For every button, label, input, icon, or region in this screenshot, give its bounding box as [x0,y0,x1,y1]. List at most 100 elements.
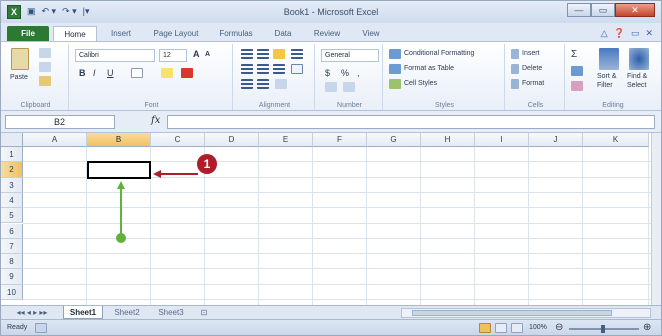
sort-filter-icon[interactable] [599,48,619,70]
cut-icon[interactable] [39,48,51,58]
horizontal-scrollbar[interactable] [401,308,651,318]
column-header-f[interactable]: F [313,133,367,147]
sort-filter-label-2[interactable]: Filter [597,82,613,89]
close-button[interactable]: ✕ [615,3,655,17]
row-header-6[interactable]: 6 [1,223,23,239]
number-format-box[interactable]: General [321,49,379,62]
help-icon[interactable]: ❓ [614,28,625,39]
cell-styles-icon[interactable] [389,79,401,89]
insert-button[interactable]: Insert [522,50,540,57]
horizontal-scroll-thumb[interactable] [412,310,612,316]
tab-formulas[interactable]: Formulas [211,26,261,41]
format-as-table-button[interactable]: Format as Table [404,65,454,72]
decrease-decimal-icon[interactable] [343,82,355,92]
insert-cells-icon[interactable] [511,49,519,59]
font-size-box[interactable]: 12 [159,49,187,62]
cell-styles-button[interactable]: Cell Styles [404,80,437,87]
zoom-out-icon[interactable]: ⊖ [555,322,563,333]
column-header-i[interactable]: I [475,133,529,147]
align-left-icon[interactable] [241,64,253,74]
format-painter-icon[interactable] [39,76,51,86]
name-box[interactable]: B2 [5,115,115,129]
column-header-c[interactable]: C [151,133,205,147]
delete-cells-icon[interactable] [511,64,519,74]
column-header-j[interactable]: J [529,133,583,147]
paste-label[interactable]: Paste [10,74,28,81]
fill-icon[interactable] [571,66,583,76]
sort-filter-label-1[interactable]: Sort & [597,73,616,80]
row-header-3[interactable]: 3 [1,177,23,193]
tab-view[interactable]: View [353,26,389,41]
underline-button[interactable]: U [107,68,114,78]
bold-button[interactable]: B [79,68,86,78]
zoom-slider[interactable] [569,325,639,333]
row-header-9[interactable]: 9 [1,269,23,285]
tab-review[interactable]: Review [305,26,349,41]
decrease-indent-icon[interactable] [241,79,253,89]
autosum-icon[interactable]: Σ [571,49,577,60]
find-select-icon[interactable] [629,48,649,70]
restore-workbook-icon[interactable]: ▭ [631,28,640,39]
merge-center-icon[interactable] [291,64,303,74]
select-all-corner[interactable] [1,133,23,147]
row-header-5[interactable]: 5 [1,208,23,224]
top-align-icon[interactable] [241,49,253,59]
fill-color-icon[interactable] [161,68,173,78]
middle-align-icon[interactable] [257,49,269,59]
comma-button[interactable]: , [357,68,360,78]
sheet-tab-sheet2[interactable]: Sheet2 [107,306,147,319]
increase-decimal-icon[interactable] [325,82,337,92]
font-color-icon[interactable] [181,68,193,78]
row-header-7[interactable]: 7 [1,238,23,255]
formula-input[interactable] [167,115,655,129]
clear-icon[interactable] [571,81,583,91]
column-header-e[interactable]: E [259,133,313,147]
sheet-tab-sheet1[interactable]: Sheet1 [63,306,103,319]
italic-button[interactable]: I [93,68,96,78]
paste-icon[interactable] [11,48,29,70]
column-header-g[interactable]: G [367,133,421,147]
conditional-formatting-button[interactable]: Conditional Formatting [404,50,474,57]
find-select-label-1[interactable]: Find & [627,73,647,80]
tab-insert[interactable]: Insert [101,26,141,41]
format-button[interactable]: Format [522,80,544,87]
center-icon[interactable] [257,64,269,74]
minimize-button[interactable]: — [567,3,591,17]
format-as-table-icon[interactable] [389,64,401,74]
find-select-label-2[interactable]: Select [627,82,646,89]
row-header-8[interactable]: 8 [1,254,23,270]
currency-button[interactable]: $ [325,68,330,78]
minimize-ribbon-icon[interactable]: △ [601,28,608,39]
row-header-10[interactable]: 10 [1,284,23,300]
shrink-font-icon[interactable]: A [205,51,210,58]
close-workbook-icon[interactable]: ✕ [645,28,653,39]
maximize-button[interactable]: ▭ [591,3,615,17]
tab-data[interactable]: Data [265,26,301,41]
percent-button[interactable]: % [341,68,349,78]
column-header-a[interactable]: A [23,133,87,147]
zoom-level[interactable]: 100% [529,324,547,331]
sheet-nav-arrows[interactable]: ◂◂ ◂ ▸ ▸▸ [5,306,59,319]
copy-icon[interactable] [39,62,51,72]
column-header-b[interactable]: B [87,133,151,147]
increase-indent-icon[interactable] [257,79,269,89]
font-name-box[interactable]: Calibri [75,49,155,62]
borders-icon[interactable] [131,68,143,78]
macro-record-icon[interactable] [35,323,47,333]
column-header-k[interactable]: K [583,133,649,147]
wrap-text-icon[interactable] [291,49,303,59]
tab-file[interactable]: File [7,26,49,41]
delete-button[interactable]: Delete [522,65,542,72]
bottom-align-icon[interactable] [273,49,285,59]
worksheet-grid[interactable]: A B C D E F G H I J K 1 2 3 4 5 6 7 8 9 10 [1,133,661,305]
insert-sheet-icon[interactable]: ⊡ [195,306,213,319]
conditional-formatting-icon[interactable] [389,49,401,59]
column-header-d[interactable]: D [205,133,259,147]
sheet-tab-sheet3[interactable]: Sheet3 [151,306,191,319]
page-layout-view-icon[interactable] [495,323,507,333]
insert-function-icon[interactable]: fx [151,115,160,126]
tab-page-layout[interactable]: Page Layout [145,26,207,41]
orientation-icon[interactable] [275,79,287,89]
column-header-h[interactable]: H [421,133,475,147]
row-header-4[interactable]: 4 [1,192,23,209]
